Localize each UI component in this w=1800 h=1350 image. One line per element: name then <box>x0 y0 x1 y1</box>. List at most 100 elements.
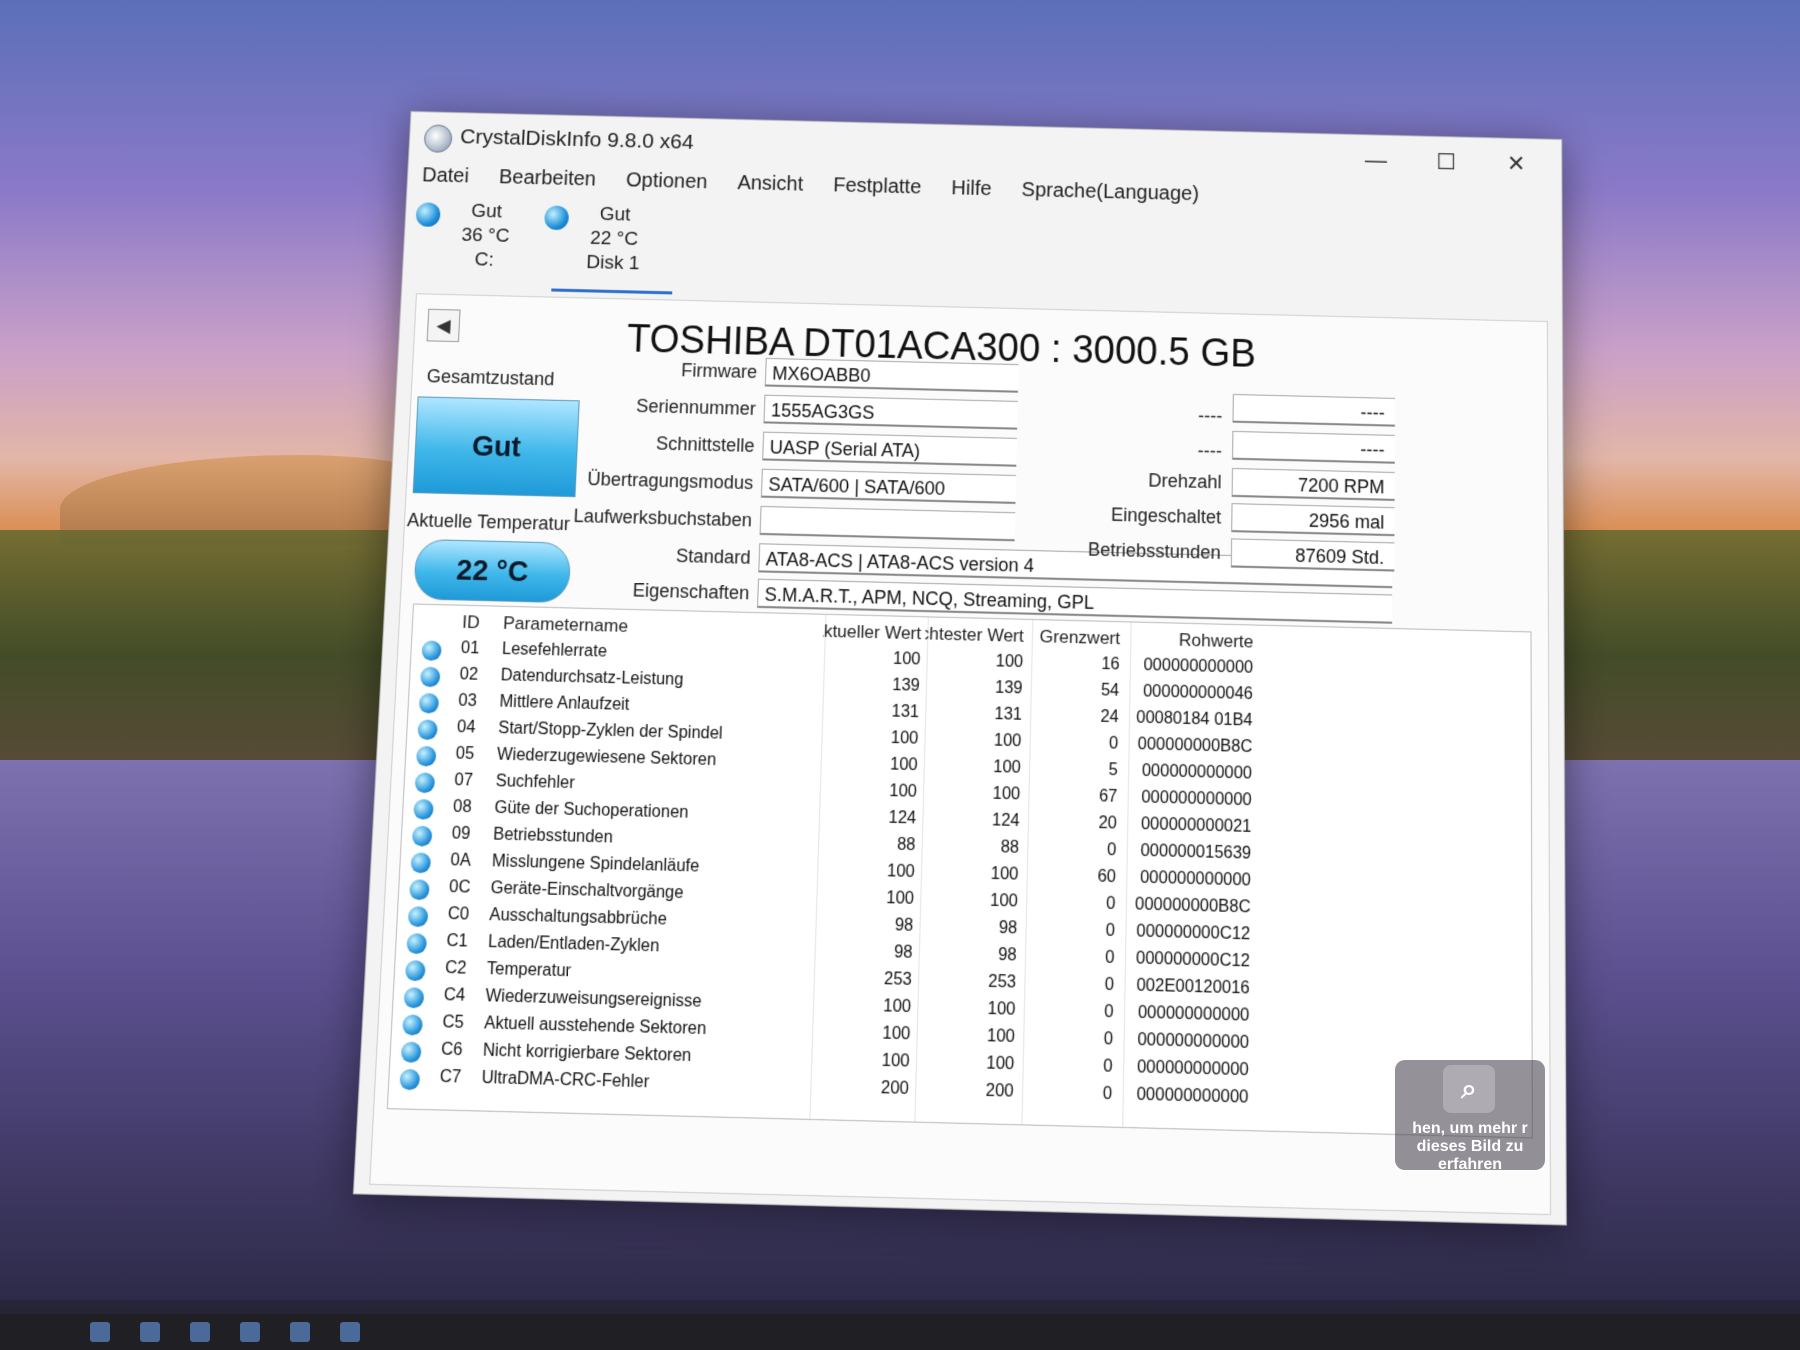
worst-value: 100 <box>914 1025 1015 1047</box>
header-raw[interactable]: Rohwerte <box>1130 629 1253 653</box>
attribute-id: 01 <box>460 639 502 659</box>
worst-value: 124 <box>920 810 1020 832</box>
current-value: 124 <box>817 807 917 829</box>
header-name[interactable]: Parametername <box>503 613 842 642</box>
rpm-value: 7200 RPM <box>1232 468 1395 501</box>
disk-temp: 22 °C <box>553 226 675 253</box>
app-icon[interactable] <box>240 1322 260 1342</box>
attribute-id: 07 <box>454 771 496 791</box>
attribute-id: C1 <box>446 932 489 953</box>
raw-value: 000000015639 <box>1127 842 1252 864</box>
status-good-icon <box>405 960 426 981</box>
disk-tab-c[interactable]: Gut 36 °C C: <box>422 199 547 289</box>
disk-tab-disk1[interactable]: Gut 22 °C Disk 1 <box>551 202 675 295</box>
interface-label: Schnittstelle <box>581 431 754 457</box>
taskbar <box>0 1314 1800 1350</box>
power-on-count-value: 2956 mal <box>1231 503 1394 536</box>
worst-value: 100 <box>915 998 1016 1020</box>
previous-disk-button[interactable]: ◀ <box>427 309 461 342</box>
health-status-button[interactable]: Gut <box>413 396 580 497</box>
raw-value: 000000000000 <box>1130 656 1254 678</box>
threshold-value: 20 <box>1034 813 1117 834</box>
search-icon[interactable] <box>140 1322 160 1342</box>
status-good-icon <box>416 746 437 767</box>
raw-value: 000000000B8C <box>1126 895 1251 918</box>
close-button[interactable]: ✕ <box>1486 144 1546 184</box>
worst-value: 100 <box>924 651 1023 672</box>
threshold-value: 5 <box>1035 759 1118 780</box>
header-threshold[interactable]: Grenzwert <box>1038 626 1120 649</box>
menu-ansicht[interactable]: Ansicht <box>733 172 808 204</box>
disk-name: C: <box>423 247 545 274</box>
current-value: 100 <box>819 727 918 749</box>
serial-label: Seriennummer <box>583 394 756 420</box>
header-worst[interactable]: Schlechtester Wert <box>925 624 1024 647</box>
status-good-icon <box>402 1014 423 1035</box>
attribute-id: C4 <box>443 986 486 1007</box>
maximize-button[interactable]: ☐ <box>1416 142 1476 182</box>
status-good-icon <box>420 667 441 687</box>
attribute-id: 05 <box>455 745 497 765</box>
status-good-icon <box>410 852 431 873</box>
smart-table[interactable]: ID Parametername Aktueller Wert Schlecht… <box>387 603 1533 1138</box>
worst-value: 98 <box>917 917 1017 939</box>
raw-value: 000000000000 <box>1128 762 1252 784</box>
current-value: 200 <box>808 1077 909 1099</box>
threshold-value: 0 <box>1033 839 1116 860</box>
disk-status: Gut <box>554 202 675 229</box>
status-good-icon <box>404 987 425 1008</box>
raw-value: 00080184 01B4 <box>1129 709 1253 731</box>
attribute-id: C2 <box>445 959 488 980</box>
window-title: CrystalDiskInfo 9.8.0 x64 <box>460 125 695 155</box>
header-current[interactable]: Aktueller Wert <box>822 621 921 644</box>
temperature-button[interactable]: 22 °C <box>413 539 571 603</box>
browser-icon[interactable] <box>340 1322 360 1342</box>
threshold-value: 0 <box>1032 893 1115 914</box>
worst-value: 100 <box>922 756 1022 778</box>
attribute-id: 04 <box>457 718 499 738</box>
raw-value: 000000000C12 <box>1125 949 1250 972</box>
firmware-value: MX6OABB0 <box>765 358 1019 393</box>
threshold-value: 67 <box>1034 786 1117 807</box>
threshold-value: 0 <box>1030 1001 1114 1023</box>
attribute-id: 09 <box>451 825 493 845</box>
drive-letters-value <box>760 506 1016 541</box>
status-good-icon <box>412 826 433 847</box>
power-on-count-label: Eingeschaltet <box>1058 503 1221 529</box>
disk-name: Disk 1 <box>552 250 674 277</box>
worst-value: 100 <box>919 863 1019 885</box>
minimize-button[interactable]: — <box>1346 141 1406 180</box>
start-icon[interactable] <box>90 1322 110 1342</box>
raw-value: 000000000000 <box>1123 1031 1249 1054</box>
threshold-value: 0 <box>1028 1083 1112 1105</box>
menu-festplatte[interactable]: Festplatte <box>829 174 926 206</box>
task-view-icon[interactable] <box>190 1322 210 1342</box>
status-good-icon <box>421 640 441 660</box>
current-value: 98 <box>813 914 913 936</box>
threshold-value: 0 <box>1030 974 1114 996</box>
health-label: Gesamtzustand <box>426 366 555 391</box>
menu-optionen[interactable]: Optionen <box>621 169 712 201</box>
menu-bearbeiten[interactable]: Bearbeiten <box>494 166 600 199</box>
lens-icon[interactable]: ⌕ <box>1443 1065 1495 1113</box>
attribute-id: 08 <box>453 798 495 818</box>
worst-value: 253 <box>916 971 1017 993</box>
folder-icon[interactable] <box>290 1322 310 1342</box>
status-good-icon <box>408 906 429 927</box>
visual-search-hint[interactable]: ⌕ hen, um mehr r dieses Bild zu erfahren <box>1395 1060 1545 1170</box>
current-value: 253 <box>811 968 912 990</box>
menu-sprache[interactable]: Sprache(Language) <box>1017 179 1203 214</box>
header-id[interactable]: ID <box>462 612 504 634</box>
worst-value: 100 <box>918 890 1018 912</box>
threshold-value: 0 <box>1029 1055 1113 1077</box>
menu-datei[interactable]: Datei <box>417 164 473 195</box>
menu-hilfe[interactable]: Hilfe <box>947 177 996 208</box>
worst-value: 139 <box>924 677 1023 698</box>
raw-value: 000000000000 <box>1123 1085 1249 1108</box>
worst-value: 200 <box>913 1080 1014 1102</box>
status-good-icon <box>399 1069 420 1090</box>
taskbar-icons <box>90 1322 360 1342</box>
blank-value-1: ---- <box>1233 394 1396 427</box>
threshold-value: 0 <box>1036 733 1119 754</box>
attribute-id: C0 <box>447 905 489 925</box>
